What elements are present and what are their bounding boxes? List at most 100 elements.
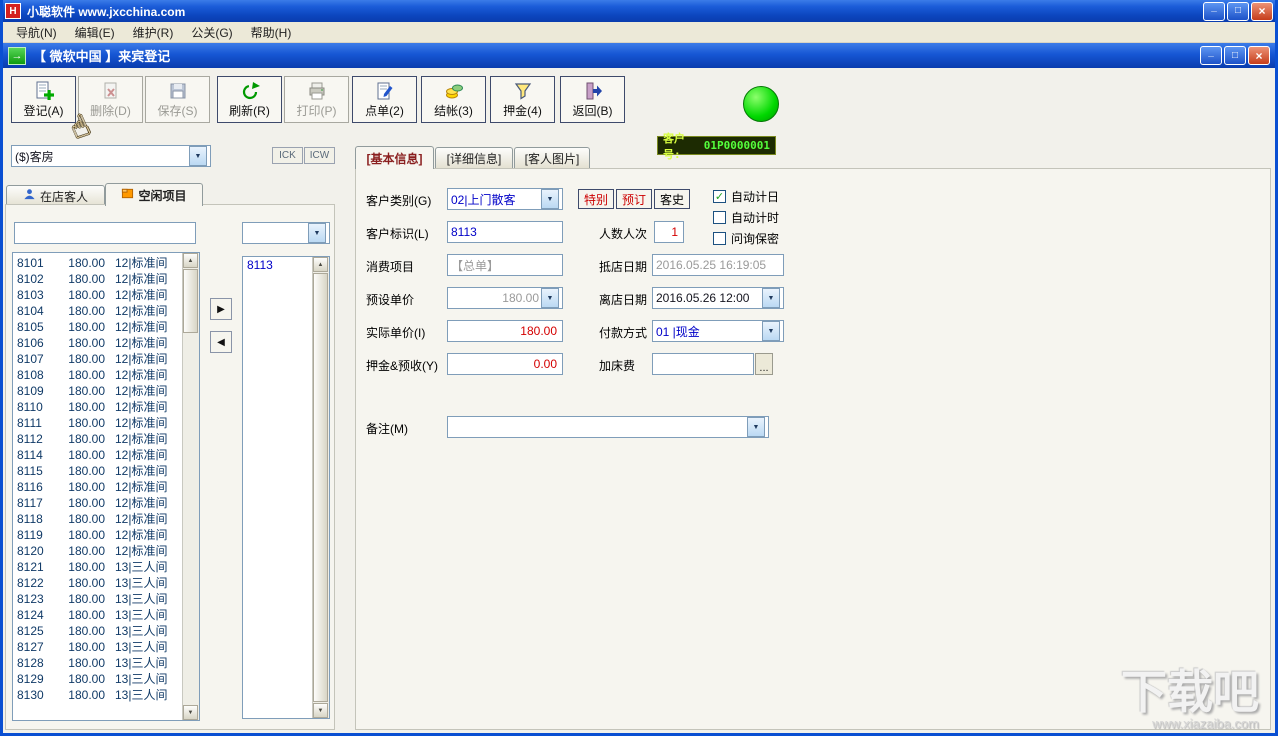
menu-nav[interactable]: 导航(N) — [7, 22, 66, 43]
room-row[interactable]: 8111 180.00 12|标准间 — [13, 415, 183, 431]
customer-type-combobox[interactable]: 02|上门散客 — [447, 188, 563, 210]
move-left-button[interactable]: ◀ — [210, 331, 232, 353]
room-row[interactable]: 8109 180.00 12|标准间 — [13, 383, 183, 399]
checkout-button[interactable]: 结帐(3) — [421, 76, 486, 123]
privacy-checkbox[interactable] — [713, 232, 726, 245]
room-row[interactable]: 8120 180.00 12|标准间 — [13, 543, 183, 559]
delete-button[interactable]: 删除(D) — [78, 76, 143, 123]
room-row[interactable]: 8114 180.00 12|标准间 — [13, 447, 183, 463]
room-row[interactable]: 8121 180.00 13|三人间 — [13, 559, 183, 575]
room-row[interactable]: 8129 180.00 13|三人间 — [13, 671, 183, 687]
room-row[interactable]: 8128 180.00 13|三人间 — [13, 655, 183, 671]
customer-number-display: 客户号: 01P0000001 — [657, 132, 776, 161]
room-search-input[interactable] — [14, 222, 196, 244]
room-row[interactable]: 8125 180.00 13|三人间 — [13, 623, 183, 639]
room-row[interactable]: 8119 180.00 12|标准间 — [13, 527, 183, 543]
chevron-down-icon[interactable] — [541, 288, 559, 308]
depart-date-combobox[interactable]: 2016.05.26 12:00 — [652, 287, 784, 309]
guest-history-button[interactable]: 客史 — [654, 189, 690, 209]
maximize-button[interactable] — [1227, 1, 1249, 21]
reserve-button[interactable]: 预订 — [616, 189, 652, 209]
extra-bed-fee-field[interactable] — [652, 353, 754, 375]
scroll-down-icon[interactable] — [183, 705, 198, 720]
menu-maintain[interactable]: 维护(R) — [124, 22, 183, 43]
room-row[interactable]: 8101 180.00 12|标准间 — [13, 255, 183, 271]
auto-time-checkbox[interactable] — [713, 211, 726, 224]
save-button[interactable]: 保存(S) — [145, 76, 210, 123]
room-row[interactable]: 8102 180.00 12|标准间 — [13, 271, 183, 287]
preset-price-combobox[interactable]: 180.00 — [447, 287, 563, 309]
print-button[interactable]: 打印(P) — [284, 76, 349, 123]
doc-minimize-button[interactable] — [1200, 46, 1222, 65]
chevron-down-icon[interactable] — [747, 417, 765, 437]
room-row[interactable]: 8122 180.00 13|三人间 — [13, 575, 183, 591]
order-button[interactable]: 点单(2) — [352, 76, 417, 123]
actual-price-field[interactable]: 180.00 — [447, 320, 563, 342]
refresh-icon — [240, 81, 260, 101]
room-row[interactable]: 8103 180.00 12|标准间 — [13, 287, 183, 303]
room-row[interactable]: 8112 180.00 12|标准间 — [13, 431, 183, 447]
room-filter-combobox[interactable] — [242, 222, 330, 244]
room-row[interactable]: 8104 180.00 12|标准间 — [13, 303, 183, 319]
app-logo-icon: H — [5, 3, 21, 19]
tab-idle-items[interactable]: 空闲项目 — [105, 183, 203, 206]
room-row[interactable]: 8123 180.00 13|三人间 — [13, 591, 183, 607]
consume-item-field[interactable]: 【总单】 — [447, 254, 563, 276]
auto-day-checkbox[interactable] — [713, 190, 726, 203]
scroll-up-icon[interactable] — [313, 257, 328, 272]
doc-restore-button[interactable] — [1224, 46, 1246, 65]
customer-id-field[interactable]: 8113 — [447, 221, 563, 243]
scrollbar-thumb[interactable] — [183, 269, 198, 333]
scrollbar-thumb[interactable] — [313, 273, 328, 702]
room-list[interactable]: 8101 180.00 12|标准间 8102 180.00 12|标准间 8103 180.… — [12, 252, 200, 721]
room-row[interactable]: 8124 180.00 13|三人间 — [13, 607, 183, 623]
customer-id-label: 客户标识(L) — [366, 227, 429, 241]
scroll-down-icon[interactable] — [313, 703, 328, 718]
tab-guest-photo[interactable]: [客人图片] — [514, 147, 590, 168]
scroll-up-icon[interactable] — [183, 253, 198, 268]
arrive-date-field[interactable]: 2016.05.25 16:19:05 — [652, 254, 784, 276]
tab-instore-guests[interactable]: 在店客人 — [6, 185, 105, 206]
return-button[interactable]: 返回(B) — [560, 76, 625, 123]
room-category-combobox[interactable]: ($)客房 — [11, 145, 211, 167]
people-count-field[interactable]: 1 — [654, 221, 684, 243]
move-right-button[interactable]: ▶ — [210, 298, 232, 320]
chevron-down-icon[interactable] — [308, 223, 326, 243]
close-button[interactable] — [1251, 1, 1273, 21]
deposit-field[interactable]: 0.00 — [447, 353, 563, 375]
selected-room-list[interactable]: 8113 — [242, 256, 330, 719]
extra-bed-fee-browse-button[interactable]: ... — [755, 353, 773, 375]
room-row[interactable]: 8118 180.00 12|标准间 — [13, 511, 183, 527]
room-row[interactable]: 8115 180.00 12|标准间 — [13, 463, 183, 479]
room-row[interactable]: 8110 180.00 12|标准间 — [13, 399, 183, 415]
payment-method-combobox[interactable]: 01 |现金 — [652, 320, 784, 342]
tab-basic-info[interactable]: [基本信息] — [355, 146, 434, 169]
icw-button[interactable]: ICW — [304, 147, 335, 164]
room-row[interactable]: 8108 180.00 12|标准间 — [13, 367, 183, 383]
ick-button[interactable]: ICK — [272, 147, 303, 164]
room-row[interactable]: 8117 180.00 12|标准间 — [13, 495, 183, 511]
doc-close-button[interactable] — [1248, 46, 1270, 65]
room-row[interactable]: 8116 180.00 12|标准间 — [13, 479, 183, 495]
chevron-down-icon[interactable] — [762, 321, 780, 341]
special-button[interactable]: 特别 — [578, 189, 614, 209]
deposit-button[interactable]: 押金(4) — [490, 76, 555, 123]
room-list-scrollbar[interactable] — [182, 253, 199, 720]
chevron-down-icon[interactable] — [541, 189, 559, 209]
room-row[interactable]: 8106 180.00 12|标准间 — [13, 335, 183, 351]
refresh-button[interactable]: 刷新(R) — [217, 76, 282, 123]
menu-pr[interactable]: 公关(G) — [182, 22, 241, 43]
menu-edit[interactable]: 编辑(E) — [66, 22, 124, 43]
chevron-down-icon[interactable] — [762, 288, 780, 308]
room-row[interactable]: 8130 180.00 13|三人间 — [13, 687, 183, 703]
room-row[interactable]: 8107 180.00 12|标准间 — [13, 351, 183, 367]
remark-combobox[interactable] — [447, 416, 769, 438]
tab-detail-info[interactable]: [详细信息] — [435, 147, 513, 168]
menu-help[interactable]: 帮助(H) — [242, 22, 301, 43]
depart-date-label: 离店日期 — [599, 293, 648, 307]
selected-list-scrollbar[interactable] — [312, 257, 329, 718]
minimize-button[interactable] — [1203, 1, 1225, 21]
room-row[interactable]: 8105 180.00 12|标准间 — [13, 319, 183, 335]
room-row[interactable]: 8127 180.00 13|三人间 — [13, 639, 183, 655]
chevron-down-icon[interactable] — [189, 146, 207, 166]
